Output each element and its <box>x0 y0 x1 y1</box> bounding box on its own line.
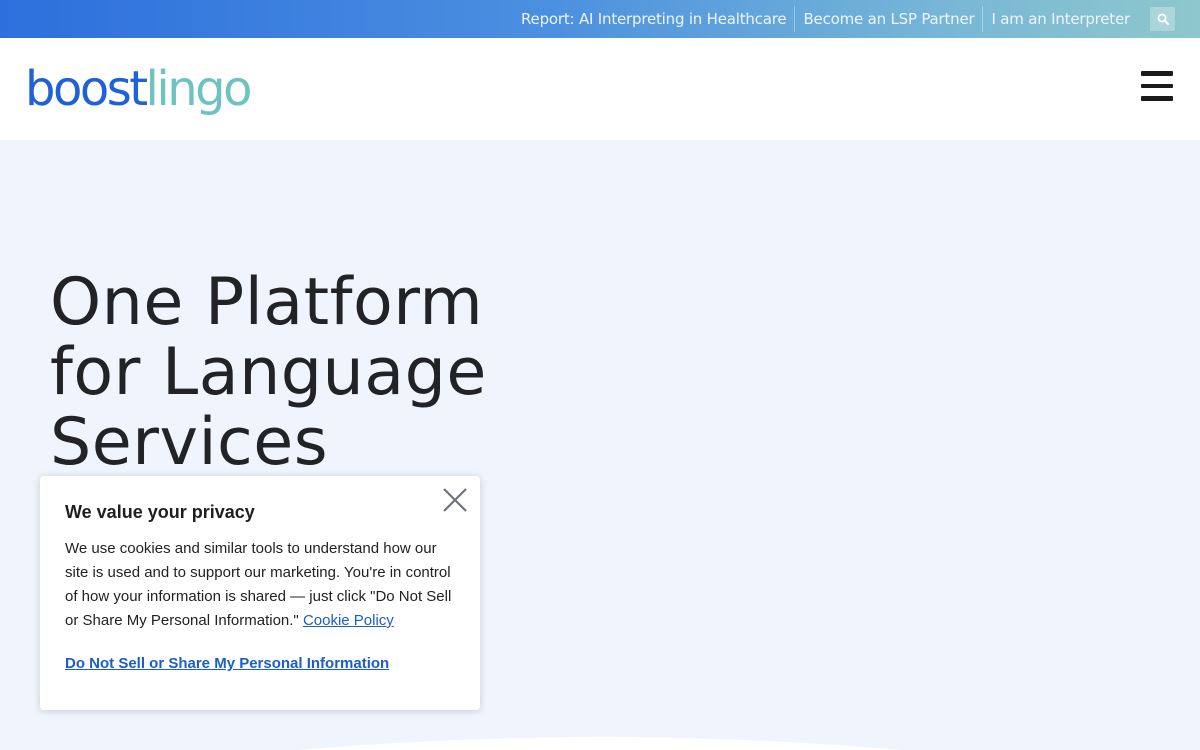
hero-title-line: for Language <box>50 335 487 410</box>
boostlingo-logo[interactable]: boostlingo <box>25 61 253 117</box>
close-icon[interactable] <box>441 486 469 514</box>
site-header: boostlingo <box>0 38 1200 140</box>
hero-bottom-wave <box>300 737 900 750</box>
cookie-policy-link[interactable]: Cookie Policy <box>303 612 394 629</box>
hero-title-line: Services <box>50 405 329 480</box>
hero-title: One Platform for Language Services <box>50 268 610 478</box>
interpreter-link[interactable]: I am an Interpreter <box>983 7 1138 31</box>
do-not-sell-link[interactable]: Do Not Sell or Share My Personal Informa… <box>65 655 389 672</box>
search-icon <box>1157 13 1169 25</box>
logo-part-boost: boost <box>25 61 148 117</box>
search-button[interactable] <box>1150 7 1175 31</box>
top-utility-bar: Report: AI Interpreting in Healthcare Be… <box>0 0 1200 38</box>
cookie-consent-dialog: We value your privacy We use cookies and… <box>40 476 480 710</box>
hamburger-menu-icon[interactable] <box>1141 71 1174 101</box>
logo-part-lingo: lingo <box>145 61 253 117</box>
cookie-dialog-body: We use cookies and similar tools to unde… <box>65 537 455 633</box>
lsp-partner-link[interactable]: Become an LSP Partner <box>795 7 982 31</box>
hero-title-line: One Platform <box>50 265 484 340</box>
cookie-dialog-title: We value your privacy <box>65 502 255 522</box>
report-link[interactable]: Report: AI Interpreting in Healthcare <box>513 7 794 31</box>
